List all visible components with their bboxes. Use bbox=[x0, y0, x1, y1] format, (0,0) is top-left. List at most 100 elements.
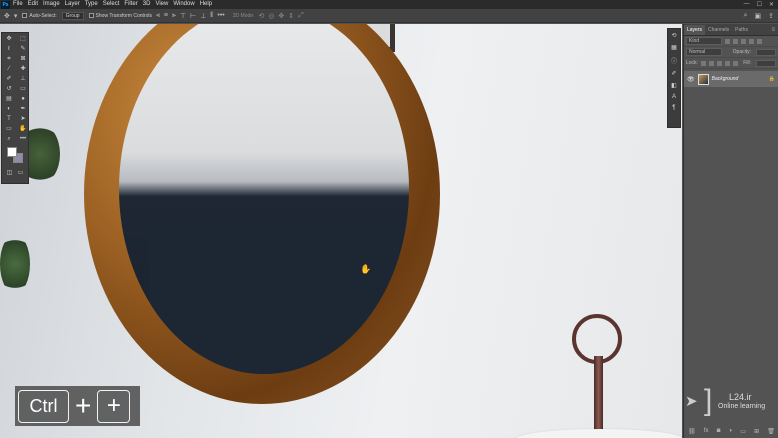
color-swatches[interactable] bbox=[5, 147, 25, 165]
character-panel-icon[interactable]: A bbox=[672, 94, 676, 100]
adjustment-layer-icon[interactable]: ◑ bbox=[728, 428, 732, 434]
menu-select[interactable]: Select bbox=[103, 0, 120, 9]
frame-tool-icon[interactable]: ⊠ bbox=[17, 55, 29, 63]
layer-row-background[interactable]: 👁 Background 🔒 bbox=[684, 71, 778, 87]
tab-layers[interactable]: Layers bbox=[684, 25, 706, 35]
layer-mask-icon[interactable]: ◙ bbox=[717, 428, 721, 434]
align-middle-icon[interactable]: ⊢ bbox=[190, 12, 196, 20]
align-left-icon[interactable]: ⫷ bbox=[156, 12, 160, 20]
menu-3d[interactable]: 3D bbox=[143, 0, 151, 9]
layer-filter-dropdown[interactable]: Kind bbox=[686, 37, 722, 45]
lock-artboard-icon[interactable] bbox=[724, 60, 730, 66]
info-panel-icon[interactable]: ⓘ bbox=[671, 56, 677, 65]
crop-tool-icon[interactable]: ⌗ bbox=[3, 55, 15, 63]
menu-view[interactable]: View bbox=[155, 0, 168, 9]
lock-all-icon[interactable] bbox=[732, 60, 738, 66]
eraser-tool-icon[interactable]: ▭ bbox=[17, 85, 29, 93]
share-icon[interactable]: ⇪ bbox=[768, 12, 774, 20]
zoom-tool-icon[interactable]: ⌕ bbox=[3, 135, 15, 143]
document-canvas[interactable]: ✋ bbox=[0, 24, 682, 438]
show-transform-checkbox[interactable] bbox=[88, 13, 94, 18]
foreground-color-swatch[interactable] bbox=[7, 147, 17, 157]
chevron-down-icon[interactable]: ▾ bbox=[14, 12, 18, 20]
align-bottom-icon[interactable]: ⊥ bbox=[200, 12, 206, 20]
pen-tool-icon[interactable]: ✒ bbox=[17, 105, 29, 113]
filter-adjustment-icon[interactable] bbox=[733, 38, 738, 44]
hand-tool-icon[interactable]: ✋ bbox=[17, 125, 29, 133]
history-panel-icon[interactable]: ⟲ bbox=[671, 32, 676, 39]
lock-pixels-icon[interactable] bbox=[700, 60, 706, 66]
quick-select-tool-icon[interactable]: ✎ bbox=[17, 45, 29, 53]
brush-panel-icon[interactable]: ✐ bbox=[671, 70, 676, 77]
stamp-tool-icon[interactable]: ⊥ bbox=[17, 75, 29, 83]
eyedropper-tool-icon[interactable]: ⁄ bbox=[3, 65, 15, 73]
minimize-icon[interactable]: — bbox=[744, 1, 750, 8]
dodge-tool-icon[interactable]: ◐ bbox=[3, 105, 15, 113]
menu-edit[interactable]: Edit bbox=[28, 0, 38, 9]
layer-style-icon[interactable]: fx bbox=[704, 428, 709, 434]
adjustments-panel-icon[interactable]: ◧ bbox=[671, 82, 677, 89]
search-icon[interactable]: ⌕ bbox=[744, 12, 748, 20]
filter-type-icon[interactable] bbox=[741, 38, 746, 44]
menu-type[interactable]: Type bbox=[85, 0, 98, 9]
screen-mode-icon[interactable]: ▭ bbox=[18, 169, 24, 176]
opacity-label: Opacity: bbox=[732, 49, 751, 55]
libraries-panel-icon[interactable]: ▦ bbox=[671, 44, 677, 51]
3d-rotate-icon[interactable]: ⟲ bbox=[258, 12, 264, 20]
menu-window[interactable]: Window bbox=[173, 0, 194, 9]
shape-tool-icon[interactable]: ▭ bbox=[3, 125, 15, 133]
align-right-icon[interactable]: ⫸ bbox=[172, 12, 176, 20]
close-icon[interactable]: ✕ bbox=[769, 1, 774, 8]
3d-pan-icon[interactable]: ✥ bbox=[278, 12, 284, 20]
tab-channels[interactable]: Channels bbox=[705, 25, 732, 35]
align-top-icon[interactable]: ⊤ bbox=[180, 12, 186, 20]
3d-slide-icon[interactable]: ⇕ bbox=[288, 12, 294, 20]
auto-select-checkbox[interactable] bbox=[22, 13, 28, 18]
maximize-icon[interactable]: ☐ bbox=[757, 1, 762, 8]
quick-mask-icon[interactable]: ◫ bbox=[7, 169, 13, 176]
filter-shape-icon[interactable] bbox=[749, 38, 754, 44]
3d-roll-icon[interactable]: ◎ bbox=[268, 12, 274, 20]
marquee-tool-icon[interactable]: ⬚ bbox=[17, 35, 29, 43]
align-center-icon[interactable]: ≡ bbox=[164, 12, 168, 19]
move-tool-icon[interactable]: ✥ bbox=[4, 12, 10, 20]
lock-paint-icon[interactable] bbox=[708, 60, 714, 66]
brush-tool-icon[interactable]: ✐ bbox=[3, 75, 15, 83]
lock-position-icon[interactable] bbox=[716, 60, 722, 66]
plant-bottom bbox=[0, 234, 30, 294]
3d-scale-icon[interactable]: ⤢ bbox=[298, 12, 304, 20]
path-select-tool-icon[interactable]: ➤ bbox=[17, 115, 29, 123]
menu-layer[interactable]: Layer bbox=[65, 0, 80, 9]
new-layer-icon[interactable]: ⊞ bbox=[754, 428, 759, 435]
menu-filter[interactable]: Filter bbox=[124, 0, 137, 9]
group-icon[interactable]: ▭ bbox=[740, 428, 746, 435]
menu-file[interactable]: File bbox=[13, 0, 23, 9]
type-tool-icon[interactable]: T bbox=[3, 115, 15, 123]
options-bar: ✥ ▾ Auto-Select: Group Show Transform Co… bbox=[0, 9, 778, 23]
paragraph-panel-icon[interactable]: ¶ bbox=[672, 105, 675, 111]
link-layers-icon[interactable]: ⛓ bbox=[688, 428, 696, 435]
filter-pixel-icon[interactable] bbox=[725, 38, 730, 44]
panel-menu-icon[interactable]: ≡ bbox=[768, 25, 778, 35]
menu-image[interactable]: Image bbox=[43, 0, 60, 9]
blend-mode-dropdown[interactable]: Normal bbox=[686, 48, 722, 56]
visibility-eye-icon[interactable]: 👁 bbox=[687, 76, 695, 83]
auto-select-dropdown[interactable]: Group bbox=[61, 11, 84, 20]
move-tool-icon[interactable]: ✥ bbox=[3, 35, 15, 43]
menu-help[interactable]: Help bbox=[200, 0, 212, 9]
blur-tool-icon[interactable]: ● bbox=[17, 95, 29, 103]
distribute-icon[interactable]: ⦀ bbox=[210, 12, 213, 20]
healing-tool-icon[interactable]: ✚ bbox=[17, 65, 29, 73]
gradient-tool-icon[interactable]: ▤ bbox=[3, 95, 15, 103]
workspace-icon[interactable]: ▣ bbox=[755, 12, 762, 20]
filter-smart-icon[interactable] bbox=[757, 38, 762, 44]
tab-paths[interactable]: Paths bbox=[732, 25, 751, 35]
opacity-field[interactable] bbox=[756, 48, 776, 56]
delete-layer-icon[interactable]: 🗑 bbox=[767, 428, 775, 435]
more-tools-icon[interactable]: ••• bbox=[17, 135, 29, 143]
photoshop-logo-icon[interactable]: Ps bbox=[1, 0, 10, 9]
more-options-icon[interactable]: ••• bbox=[217, 12, 224, 19]
lasso-tool-icon[interactable]: ℓ bbox=[3, 45, 15, 53]
fill-field[interactable] bbox=[756, 59, 776, 67]
history-brush-icon[interactable]: ↺ bbox=[3, 85, 15, 93]
